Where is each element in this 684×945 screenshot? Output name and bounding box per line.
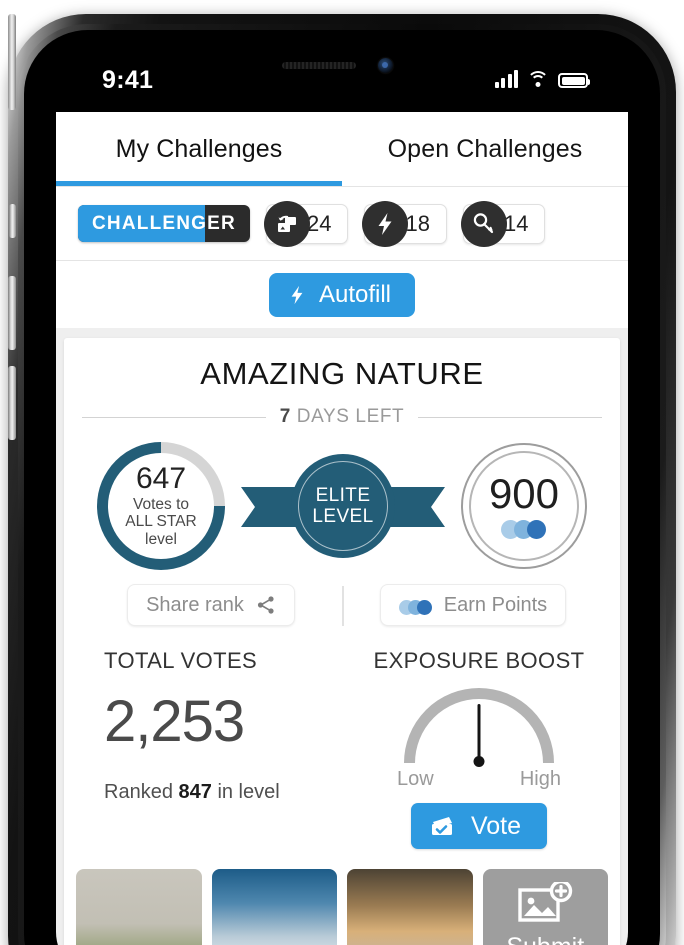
total-votes-block: TOTAL VOTES 2,253 Ranked 847 in level — [80, 648, 354, 849]
action-pills-row: Share rank Earn Points — [64, 570, 620, 626]
gauge-high-label: High — [519, 768, 561, 790]
divider-left — [82, 416, 266, 418]
exposure-boost-gauge — [404, 688, 554, 767]
share-rank-button[interactable]: Share rank — [127, 584, 295, 626]
medal-label-line2: LEVEL — [312, 506, 374, 527]
total-votes-value: 2,253 — [104, 689, 245, 754]
gauge-low-label: Low — [397, 768, 434, 790]
page-title: AMAZING NATURE — [200, 356, 484, 391]
autofill-row: Autofill — [56, 260, 628, 328]
metrics-row: TOTAL VOTES 2,253 Ranked 847 in level EX… — [64, 626, 620, 849]
days-left-label: 7 DAYS LEFT — [280, 406, 405, 428]
points-circle: 900 — [461, 443, 587, 569]
tab-open-challenges[interactable]: Open Challenges — [342, 112, 628, 186]
days-left-number: 7 — [279, 406, 291, 427]
earn-points-label: Earn Points — [443, 593, 548, 616]
app-content: My Challenges Open Challenges CHALLENGER — [56, 112, 628, 945]
share-pill-slot: Share rank — [80, 584, 342, 626]
front-camera-icon — [378, 58, 393, 73]
points-dots-icon — [501, 520, 547, 539]
notch — [236, 50, 448, 82]
phone-screen: 9:41 My Challenges Open Challenges CHALL… — [56, 50, 628, 945]
mute-switch[interactable] — [9, 204, 16, 238]
key-icon — [460, 200, 507, 247]
phone-frame: 9:41 My Challenges Open Challenges CHALL… — [8, 14, 676, 945]
photo-thumbnail[interactable]: 280 — [211, 869, 337, 945]
points-circle-inner: 900 — [489, 473, 559, 539]
phone-inner-bezel: 9:41 My Challenges Open Challenges CHALL… — [24, 30, 660, 945]
points-number: 900 — [488, 470, 560, 517]
photo-thumbnail[interactable]: 320 — [76, 869, 202, 945]
photo-thumbnail[interactable]: 123 — [347, 869, 473, 945]
vote-button[interactable]: Vote — [410, 803, 548, 849]
donut-caption-line1: Votes to — [132, 495, 189, 513]
gauge-needle — [477, 704, 481, 762]
cellular-bars-icon — [494, 70, 518, 88]
days-left-text: DAYS LEFT — [296, 406, 405, 427]
divider-right — [418, 416, 602, 418]
autofill-button-label: Autofill — [318, 280, 392, 308]
counter-boosts[interactable]: 18 — [362, 200, 447, 247]
level-progress-bar[interactable]: CHALLENGER — [78, 205, 250, 242]
add-photo-icon — [518, 881, 573, 922]
submit-photo-tile[interactable]: Submit Photo — [482, 869, 608, 945]
challenge-card: AMAZING NATURE 7 DAYS LEFT 647 Votes to … — [64, 338, 620, 945]
volume-down-button[interactable] — [8, 366, 16, 440]
counter-keys[interactable]: 14 — [460, 200, 546, 247]
donut-caption-line3: level — [145, 530, 177, 548]
days-left-row: 7 DAYS LEFT — [64, 406, 620, 428]
ballot-check-icon — [431, 817, 452, 835]
volume-up-button[interactable] — [8, 276, 16, 350]
donut-number: 647 — [135, 461, 187, 495]
elite-level-medal: ELITE LEVEL — [241, 447, 427, 565]
share-rank-label: Share rank — [146, 593, 244, 616]
tab-bar: My Challenges Open Challenges — [56, 112, 628, 186]
submit-photo-line1: Submit — [506, 933, 584, 945]
medal-label-line1: ELITE — [315, 484, 371, 506]
donut-content: 647 Votes to ALL STAR level — [97, 442, 225, 570]
photo-thumbnails-row: 320 280 123 — [64, 849, 620, 945]
wifi-icon — [527, 70, 549, 88]
status-bar-time: 9:41 — [102, 66, 154, 94]
lightning-bolt-icon — [362, 200, 409, 247]
earn-pill-slot: Earn Points — [342, 584, 604, 626]
points-dots-icon — [398, 600, 432, 615]
phone-bezel: 9:41 My Challenges Open Challenges CHALL… — [18, 24, 666, 945]
screenshot-stage: 9:41 My Challenges Open Challenges CHALL… — [0, 0, 684, 945]
exposure-boost-block: EXPOSURE BOOST Low High Vote — [354, 648, 604, 849]
lightning-bolt-icon — [291, 285, 303, 304]
submit-photo-label: Submit Photo — [506, 933, 584, 945]
tab-active-indicator — [56, 181, 342, 186]
votes-donut-chart: 647 Votes to ALL STAR level — [97, 442, 225, 570]
tab-my-challenges[interactable]: My Challenges — [56, 112, 342, 186]
share-icon — [257, 596, 274, 614]
badges-row: 647 Votes to ALL STAR level ELITE LEVEL … — [64, 428, 620, 570]
stats-bar: CHALLENGER 24 18 14 — [56, 186, 628, 260]
ranked-text: Ranked 847 in level — [104, 781, 354, 804]
gauge-pivot — [473, 756, 485, 767]
donut-caption-line2: ALL STAR — [125, 513, 197, 531]
level-label: CHALLENGER — [92, 212, 236, 234]
battery-icon — [558, 73, 590, 88]
pills-divider — [342, 586, 344, 626]
exposure-boost-heading: EXPOSURE BOOST — [373, 648, 585, 673]
swap-photos-icon — [264, 200, 310, 247]
earn-points-button[interactable]: Earn Points — [379, 584, 567, 626]
earpiece-speaker-icon — [282, 62, 356, 69]
counter-swaps[interactable]: 24 — [264, 200, 349, 247]
ranked-prefix: Ranked — [104, 781, 173, 803]
donut-caption: Votes to ALL STAR level — [125, 496, 197, 548]
medal-label: ELITE LEVEL — [312, 485, 373, 528]
status-bar-indicators — [494, 70, 590, 88]
vote-button-label: Vote — [470, 811, 522, 840]
autofill-button[interactable]: Autofill — [268, 272, 416, 317]
gauge-labels: Low High — [397, 768, 561, 791]
ranked-suffix: in level — [217, 781, 280, 803]
medal-disc: ELITE LEVEL — [291, 454, 395, 558]
ranked-value: 847 — [178, 781, 212, 803]
challenge-card-wrap: AMAZING NATURE 7 DAYS LEFT 647 Votes to … — [56, 328, 628, 945]
power-button[interactable] — [8, 14, 16, 110]
total-votes-heading: TOTAL VOTES — [104, 648, 258, 673]
